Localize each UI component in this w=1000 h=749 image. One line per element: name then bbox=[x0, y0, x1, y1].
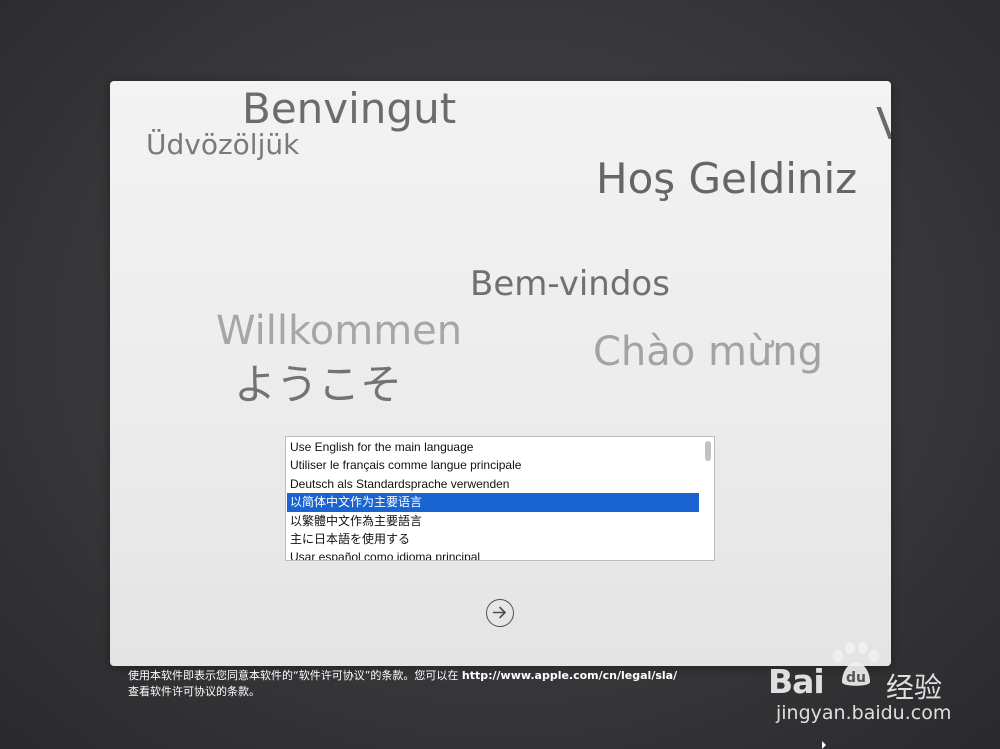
language-item-simplified-chinese[interactable]: 以简体中文作为主要语言 bbox=[287, 493, 699, 512]
greeting-bem-vindos: Bem-vindos bbox=[470, 264, 670, 304]
welcome-panel: Benvingut Üdvözöljük Hoş Geldiniz Bem-vi… bbox=[110, 81, 891, 666]
license-url[interactable]: http://www.apple.com/cn/legal/sla/ bbox=[462, 669, 677, 682]
language-item-japanese[interactable]: 主に日本語を使用する bbox=[287, 530, 699, 548]
next-button[interactable] bbox=[486, 599, 514, 627]
baidu-logo-text: Bai bbox=[768, 662, 825, 701]
license-line-1: 使用本软件即表示您同意本软件的“软件许可协议”的条款。您可以在 http://w… bbox=[128, 668, 768, 684]
greeting-hos-geldiniz: Hoş Geldiniz bbox=[596, 154, 858, 203]
baidu-jingyan-watermark: du Bai 经验 jingyan.baidu.com bbox=[768, 642, 958, 724]
greeting-willkommen: Willkommen bbox=[216, 308, 463, 354]
svg-text:du: du bbox=[846, 670, 866, 686]
language-item-german[interactable]: Deutsch als Standardsprache verwenden bbox=[287, 475, 699, 493]
greeting-udvozoljuk: Üdvözöljük bbox=[146, 128, 300, 161]
language-item-traditional-chinese[interactable]: 以繁體中文作為主要語言 bbox=[287, 512, 699, 530]
language-list-scrollbar[interactable] bbox=[702, 438, 713, 559]
language-item-spanish[interactable]: Usar español como idioma principal bbox=[287, 548, 699, 560]
language-item-french[interactable]: Utiliser le français comme langue princi… bbox=[287, 456, 699, 474]
baidu-paw-icon: du bbox=[833, 642, 879, 686]
arrow-right-circle-icon bbox=[492, 606, 506, 619]
jingyan-text: 经验 bbox=[886, 671, 943, 704]
watermark-domain: jingyan.baidu.com bbox=[776, 702, 952, 724]
language-item-english[interactable]: Use English for the main language bbox=[287, 438, 699, 456]
greeting-partial-edge: V bbox=[876, 103, 891, 147]
scrollbar-thumb[interactable] bbox=[705, 441, 711, 461]
greeting-benvingut: Benvingut bbox=[242, 84, 457, 133]
greeting-yokoso: ようこそ bbox=[234, 360, 403, 409]
greeting-chao-mung: Chào mừng bbox=[593, 329, 824, 375]
language-list[interactable]: Use English for the main language Utilis… bbox=[285, 436, 715, 561]
license-notice: 使用本软件即表示您同意本软件的“软件许可协议”的条款。您可以在 http://w… bbox=[128, 668, 768, 700]
license-line-2: 查看软件许可协议的条款。 bbox=[128, 685, 260, 698]
mouse-cursor-icon bbox=[822, 741, 826, 749]
language-list-items: Use English for the main language Utilis… bbox=[287, 438, 699, 560]
license-text: 使用本软件即表示您同意本软件的“软件许可协议”的条款。您可以在 bbox=[128, 669, 462, 682]
